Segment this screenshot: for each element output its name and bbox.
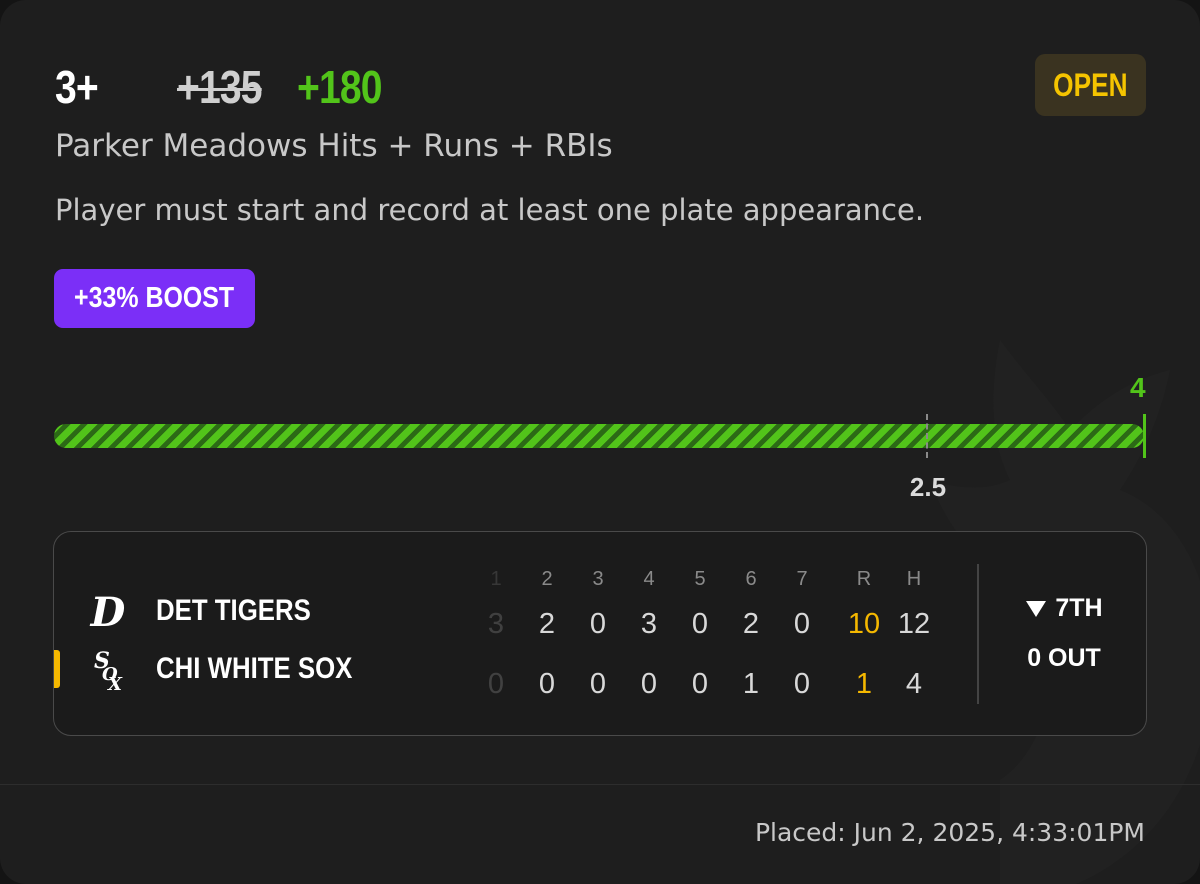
inning-header: 2: [541, 568, 553, 590]
tigers-d-logo-icon: D: [90, 589, 126, 632]
hits-header: H: [906, 568, 922, 590]
boosted-odds: +180: [297, 61, 383, 113]
score-cell: 3: [487, 608, 505, 640]
runs-total: 1: [855, 668, 873, 700]
batting-team-marker: [54, 650, 60, 688]
score-cell: 3: [640, 608, 658, 640]
score-cell: 0: [793, 608, 811, 640]
scoreboard-divider: [977, 564, 979, 704]
placed-timestamp: Placed: Jun 2, 2025, 4:33:01PM: [754, 818, 1145, 847]
score-cell: 0: [538, 668, 556, 700]
original-odds: +135: [177, 61, 263, 113]
boost-label: +33% BOOST: [74, 282, 235, 314]
hits-total: 4: [905, 668, 923, 700]
inning-header: 7: [796, 568, 808, 590]
white-sox-logo-icon: S O X: [94, 648, 123, 690]
progress-tracker: 4 2.5: [54, 370, 1154, 510]
inning-header: 3: [592, 568, 604, 590]
score-cell: 0: [793, 668, 811, 700]
bet-card: 3+ +135 +180 OPEN Parker Meadows Hits + …: [0, 0, 1200, 884]
score-cell: 1: [742, 668, 760, 700]
line-label: 2.5: [909, 472, 947, 502]
current-value-label: 4: [1130, 372, 1146, 403]
score-cell: 0: [640, 668, 658, 700]
team-name-home: DET TIGERS: [156, 594, 311, 627]
score-cell: 0: [691, 668, 709, 700]
status-badge: OPEN: [1035, 54, 1146, 116]
progress-bar: [54, 424, 1144, 448]
status-label: OPEN: [1053, 66, 1128, 103]
score-cell: 0: [487, 668, 505, 700]
progress-end-marker: [1143, 414, 1146, 458]
runs-header: R: [856, 568, 872, 590]
svg-text:X: X: [107, 674, 123, 690]
outs-label: 0 OUT: [1027, 644, 1101, 672]
score-cell: 2: [538, 608, 556, 640]
inning-header: 5: [694, 568, 706, 590]
market-rule: Player must start and record at least on…: [55, 193, 925, 227]
market-title: Parker Meadows Hits + Runs + RBIs: [55, 128, 613, 164]
inning-header: 4: [643, 568, 655, 590]
team-name-away: CHI WHITE SOX: [156, 652, 353, 685]
score-cell: 0: [589, 608, 607, 640]
triangle-down-icon: [1026, 600, 1047, 617]
score-cell: 0: [691, 608, 709, 640]
inning-header: 1: [490, 568, 502, 590]
score-cell: 0: [589, 668, 607, 700]
inning-label: 7TH: [1055, 594, 1103, 622]
footer-divider: [0, 784, 1200, 785]
odds-header: 3+ +135 +180: [55, 60, 455, 114]
svg-text:D: D: [90, 589, 126, 632]
live-scoreboard[interactable]: D DET TIGERS S O X CHI WHITE SOX 1 2 3 4…: [53, 531, 1147, 736]
score-cell: 2: [742, 608, 760, 640]
bet-line: 3+: [55, 61, 99, 113]
line-marker: [926, 414, 928, 458]
boost-badge: +33% BOOST: [54, 269, 255, 328]
hits-total: 12: [897, 608, 931, 640]
inning-header: 6: [745, 568, 757, 590]
runs-total: 10: [847, 608, 881, 640]
inning-status: 7TH: [1004, 594, 1124, 623]
